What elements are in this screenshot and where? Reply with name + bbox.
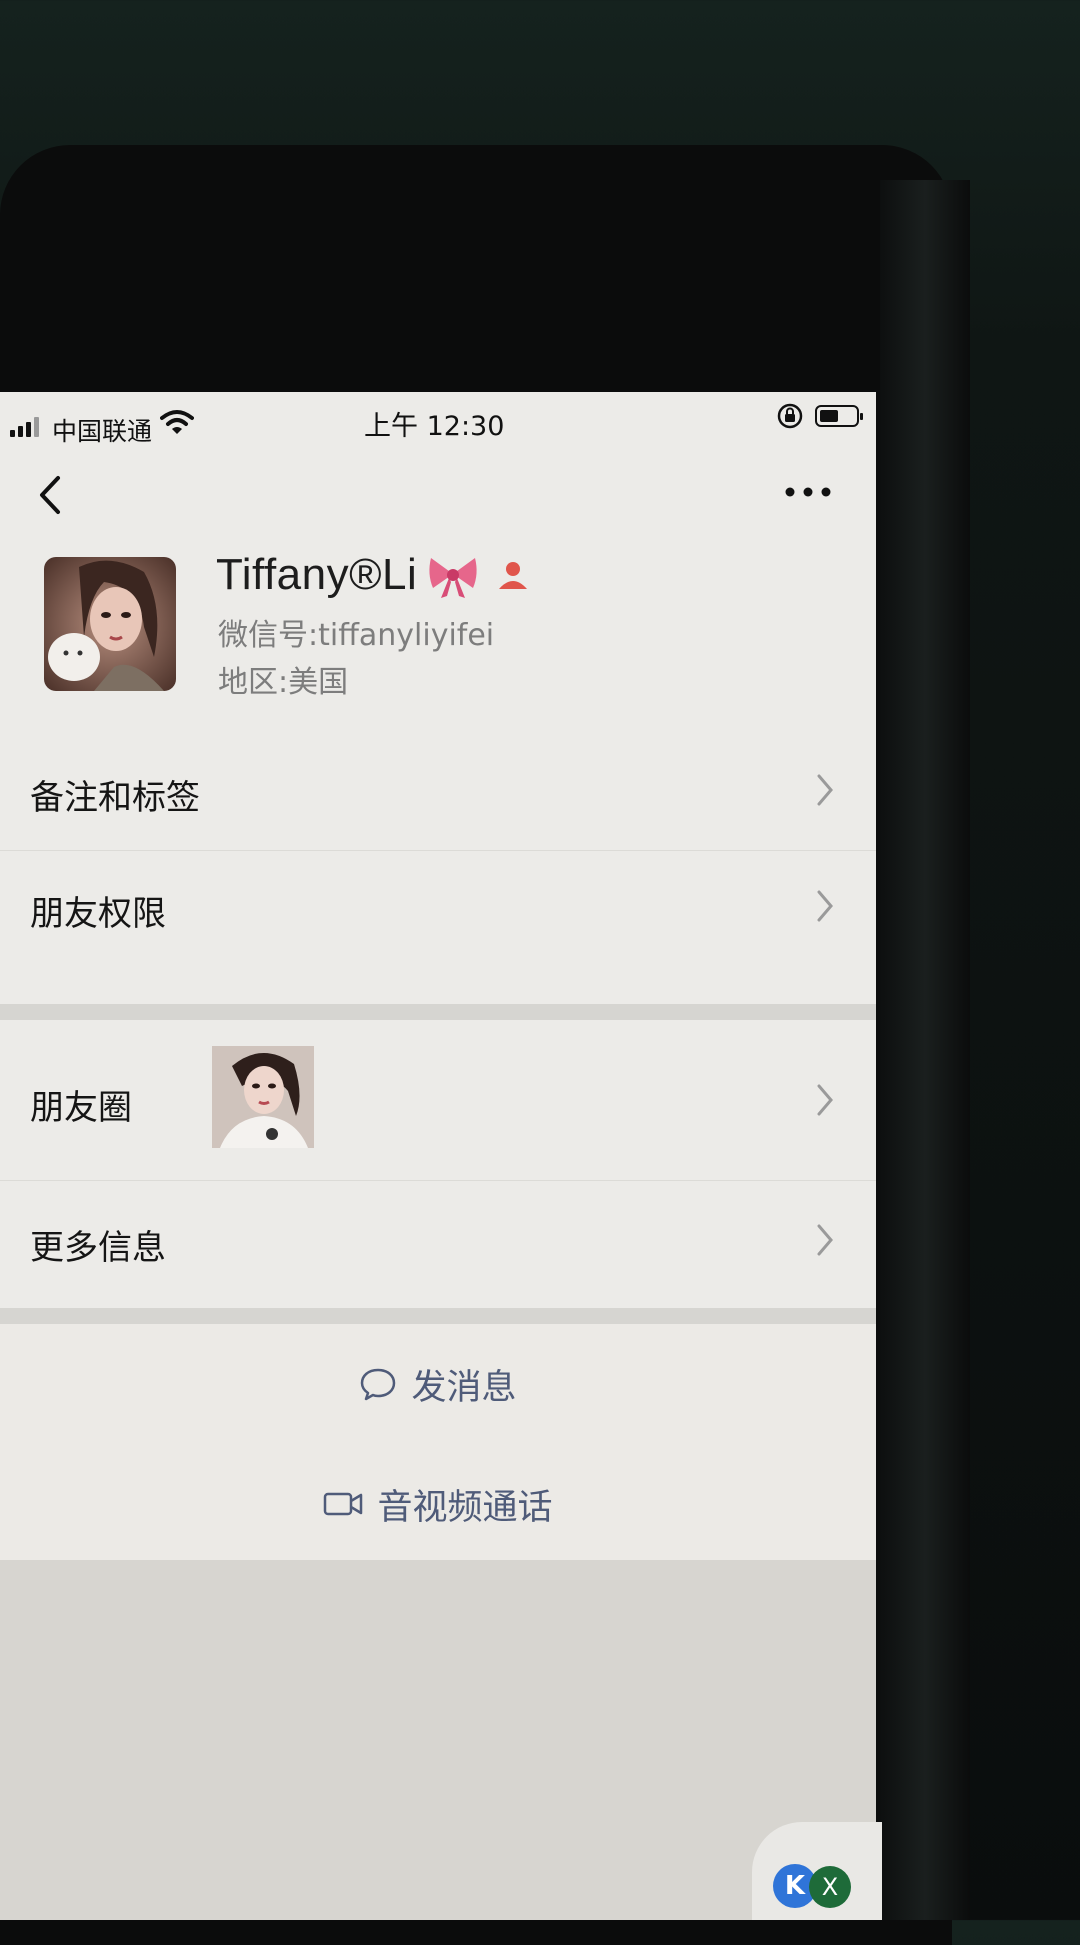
send-message-label: 发消息 <box>411 1367 517 1408</box>
wifi-icon <box>160 410 194 434</box>
rotation-lock-icon <box>777 403 803 429</box>
chevron-right-icon <box>817 774 833 806</box>
friend-permissions-label: 朋友权限 <box>30 894 166 934</box>
carrier-label: 中国联通 <box>52 417 153 446</box>
remarks-tags-label: 备注和标签 <box>30 778 200 818</box>
chevron-right-icon <box>817 890 833 922</box>
more-options-icon[interactable] <box>780 472 836 512</box>
empty-area <box>0 1560 876 1920</box>
remarks-tags-row[interactable]: 备注和标签 <box>0 732 876 851</box>
moments-row[interactable]: 朋友圈 <box>0 1020 876 1181</box>
friend-permissions-row[interactable]: 朋友权限 <box>0 850 876 960</box>
chevron-right-icon <box>817 1084 833 1116</box>
profile-name: Tiffany®Li <box>216 550 418 599</box>
back-button[interactable] <box>32 472 72 518</box>
profile-name-row: Tiffany®Li <box>216 540 531 610</box>
wechat-id-label: 微信号: <box>218 618 319 653</box>
signal-icon <box>10 417 44 437</box>
battery-icon <box>815 405 863 427</box>
section-divider <box>0 1308 876 1324</box>
chevron-right-icon <box>817 1224 833 1256</box>
region-label: 地区: <box>218 665 289 700</box>
more-info-label: 更多信息 <box>30 1228 166 1268</box>
phone-screen: 中国联通 上午 12:30 Tiffany®Li 微信号:tiffanyliyi… <box>0 392 876 1920</box>
clock: 上午 12:30 <box>364 411 505 442</box>
wechat-id-value: tiffanyliyifei <box>318 618 495 653</box>
video-call-button[interactable]: 音视频通话 <box>0 1444 876 1564</box>
moments-thumbnail <box>212 1046 314 1148</box>
phone-edge <box>880 180 970 1920</box>
region-value: 美国 <box>288 665 349 700</box>
more-info-row[interactable]: 更多信息 <box>0 1180 876 1298</box>
avatar[interactable] <box>44 557 176 691</box>
video-camera-icon <box>324 1492 363 1516</box>
send-message-button[interactable]: 发消息 <box>0 1324 876 1445</box>
chat-bubble-icon <box>361 1368 396 1401</box>
gender-badge-icon <box>499 562 528 589</box>
moments-label: 朋友圈 <box>30 1088 132 1128</box>
wechat-id-line: 微信号:tiffanyliyifei <box>218 610 494 654</box>
section-divider <box>0 1004 876 1020</box>
app-badge-x-icon[interactable]: X <box>809 1866 851 1908</box>
bow-emoji-icon <box>429 558 477 598</box>
status-bar: 中国联通 上午 12:30 <box>0 392 876 452</box>
region-line: 地区:美国 <box>218 657 348 701</box>
video-call-label: 音视频通话 <box>377 1487 553 1528</box>
